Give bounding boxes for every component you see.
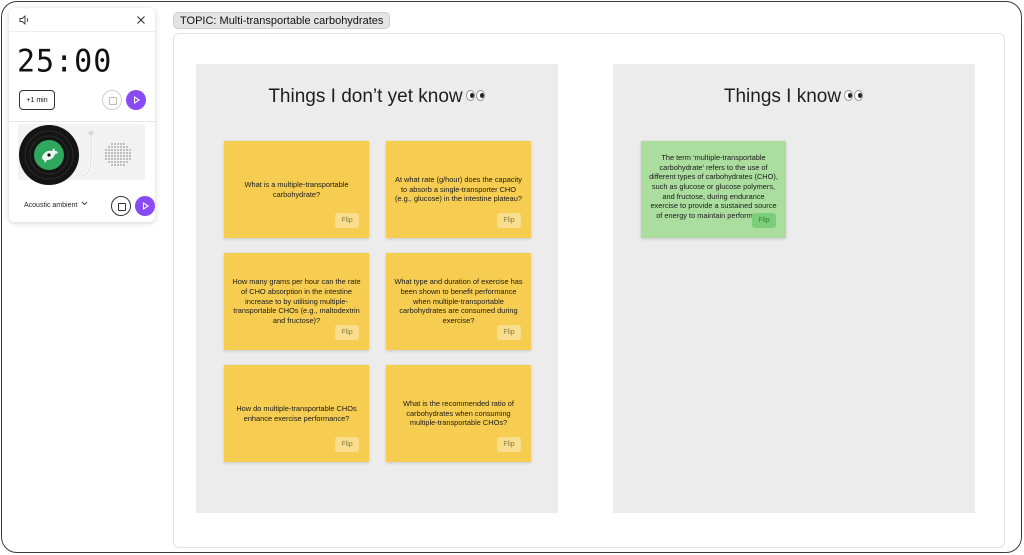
column-title-text: Things I don’t yet know (268, 86, 463, 107)
topic-label: TOPIC: Multi-transportable carbohydrates (173, 12, 391, 29)
eyes-icon (844, 88, 864, 106)
column-title-text: Things I know (723, 86, 842, 107)
flashcard-known[interactable]: The term ‘multiple-transportable carbohy… (641, 141, 786, 238)
speaker-icon[interactable] (19, 14, 31, 26)
timer-widget: 25:00 +1 min Acoustic ambient (9, 8, 155, 222)
timer-stop-button[interactable] (102, 90, 122, 110)
flashcard[interactable]: What is a multiple-transportable carbohy… (224, 141, 369, 238)
flashcard[interactable]: What is the recommended ratio of carbohy… (386, 365, 531, 462)
flip-button[interactable]: Flip (497, 437, 521, 452)
flip-button[interactable]: Flip (335, 213, 359, 228)
column-known: Things I know (613, 64, 975, 513)
music-panel (18, 124, 145, 185)
flip-button[interactable]: Flip (335, 437, 359, 452)
close-icon[interactable] (134, 13, 148, 27)
music-play-button[interactable] (135, 196, 155, 216)
flashcard[interactable]: How many grams per hour can the rate of … (224, 253, 369, 350)
flashcard[interactable]: What type and duration of exercise has b… (386, 253, 531, 350)
widget-divider (9, 121, 155, 122)
music-stop-button[interactable] (111, 196, 131, 216)
column-title-known: Things I know (613, 86, 975, 108)
flip-button[interactable]: Flip (335, 325, 359, 340)
timer-play-button[interactable] (126, 90, 146, 110)
column-title-unknown: Things I don’t yet know (196, 86, 558, 108)
speaker-grille-icon (105, 143, 131, 166)
music-select-label: Acoustic ambient (24, 202, 78, 209)
flip-button[interactable]: Flip (497, 325, 521, 340)
chevron-down-icon (81, 201, 88, 206)
flip-button[interactable]: Flip (752, 213, 776, 228)
timer-display: 25:00 (17, 43, 113, 80)
flashcard[interactable]: At what rate (g/hour) does the capacity … (386, 141, 531, 238)
vinyl-record-icon (19, 125, 79, 185)
eyes-icon (465, 88, 486, 106)
add-minute-button[interactable]: +1 min (19, 90, 55, 110)
flashcard[interactable]: How do multiple-transportable CHOs enhan… (224, 365, 369, 462)
tonearm-icon (82, 130, 94, 178)
widget-header (9, 8, 155, 32)
flip-button[interactable]: Flip (497, 213, 521, 228)
music-select[interactable]: Acoustic ambient (24, 201, 88, 209)
